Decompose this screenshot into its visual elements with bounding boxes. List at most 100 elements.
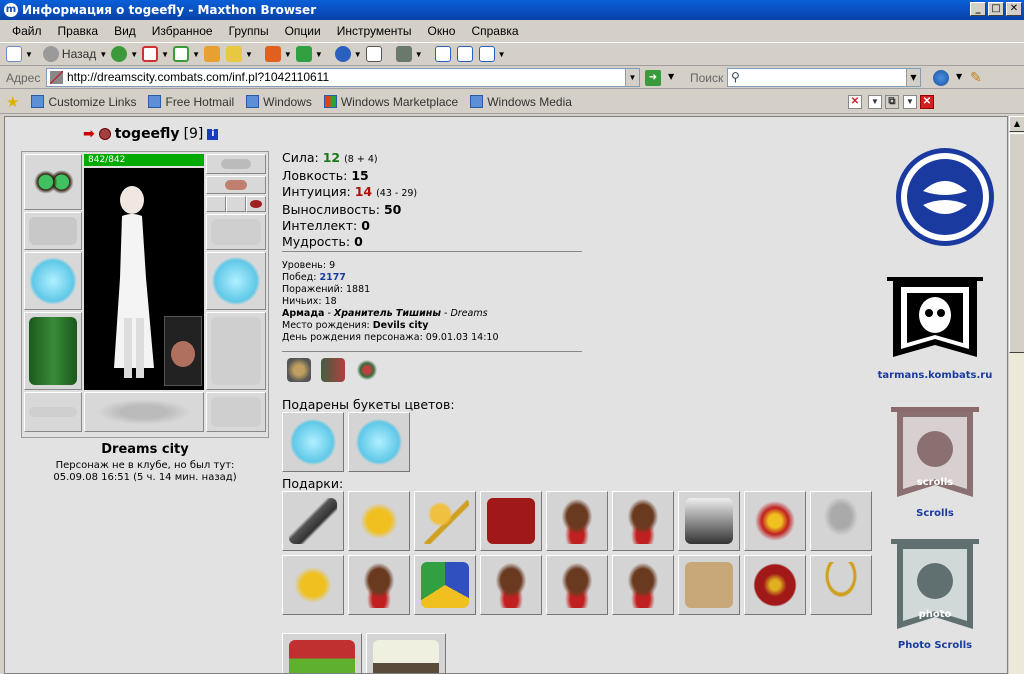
tools-button[interactable]: ▼ xyxy=(295,44,323,64)
window-split-button[interactable]: ▼ xyxy=(478,44,506,64)
go-up-button[interactable]: ▼ xyxy=(226,44,253,64)
photo-scrolls-banner[interactable]: photo Photo Scrolls xyxy=(883,537,987,651)
window-cascade-button[interactable] xyxy=(434,44,453,64)
url-dropdown-button[interactable]: ▼ xyxy=(625,69,639,86)
gift-item[interactable] xyxy=(810,555,872,615)
slot-ring-2[interactable] xyxy=(226,196,246,212)
gift-item[interactable] xyxy=(282,633,362,673)
order-badge-icon[interactable] xyxy=(287,358,311,382)
slot-armor[interactable] xyxy=(24,312,82,390)
slot-belt[interactable] xyxy=(24,392,82,432)
menu-edit[interactable]: Правка xyxy=(50,24,107,38)
new-page-button[interactable]: ▼ xyxy=(6,44,33,64)
gift-item[interactable] xyxy=(348,491,410,551)
menu-window[interactable]: Окно xyxy=(420,24,464,38)
slot-bracers[interactable] xyxy=(24,212,82,250)
close-tab-icon[interactable]: ✕ xyxy=(848,95,862,109)
photo-scrolls-link[interactable]: Photo Scrolls xyxy=(883,640,987,651)
maximize-button[interactable]: □ xyxy=(988,2,1004,16)
slot-runes[interactable] xyxy=(84,392,204,432)
slot-helmet[interactable] xyxy=(24,154,82,210)
gift-item[interactable] xyxy=(546,555,608,615)
gift-item[interactable] xyxy=(546,491,608,551)
crossed-swords-icon[interactable] xyxy=(355,358,379,382)
vertical-scrollbar[interactable]: ▲ xyxy=(1008,116,1024,674)
search-input[interactable]: ⚲ ▼ xyxy=(727,68,921,87)
link-hotmail[interactable]: Free Hotmail xyxy=(148,95,234,109)
link-windows[interactable]: Windows xyxy=(246,95,312,109)
gift-item[interactable] xyxy=(612,555,674,615)
screenshot-button[interactable]: ▼ xyxy=(395,44,423,64)
menu-file[interactable]: Файл xyxy=(4,24,50,38)
go-dropdown-icon[interactable]: ▼ xyxy=(668,72,674,81)
slot-legs[interactable] xyxy=(206,312,266,390)
slot-earrings[interactable] xyxy=(206,154,266,174)
search-dropdown-button[interactable]: ▼ xyxy=(906,69,920,86)
close-all-icon[interactable]: ✕ xyxy=(920,95,934,109)
gift-item[interactable] xyxy=(810,491,872,551)
search-engine-icon[interactable] xyxy=(933,70,949,86)
minimize-button[interactable]: _ xyxy=(970,2,986,16)
gift-item[interactable] xyxy=(414,555,476,615)
gift-item[interactable] xyxy=(348,555,410,615)
undo-close-button[interactable]: ▼ xyxy=(334,44,362,64)
slot-amulet[interactable] xyxy=(206,176,266,194)
tarmans-banner[interactable]: tarmans.kombats.ru xyxy=(873,273,997,381)
flower-bouquet[interactable] xyxy=(282,412,344,472)
menu-view[interactable]: Вид xyxy=(106,24,144,38)
gift-item[interactable] xyxy=(612,491,674,551)
gift-item[interactable] xyxy=(678,491,740,551)
groups-button[interactable]: ▼ xyxy=(264,44,292,64)
gift-item[interactable] xyxy=(480,491,542,551)
slot-weapon[interactable] xyxy=(24,252,82,310)
link-media[interactable]: Windows Media xyxy=(470,95,572,109)
highlight-pen-icon[interactable]: ✎ xyxy=(970,70,982,86)
gift-item[interactable] xyxy=(678,555,740,615)
scroll-up-icon[interactable]: ▲ xyxy=(1009,116,1024,132)
stop-button[interactable]: ▼ xyxy=(142,44,169,64)
close-button[interactable]: ✕ xyxy=(1006,2,1022,16)
gift-item[interactable] xyxy=(744,555,806,615)
url-input[interactable]: http://dreamscity.combats.com/inf.pl?104… xyxy=(46,68,640,87)
search-engine-dropdown-icon[interactable]: ▼ xyxy=(956,72,962,81)
restore-pane-icon[interactable]: ⧉ xyxy=(885,95,899,109)
gift-item[interactable] xyxy=(744,491,806,551)
sidebar-button[interactable] xyxy=(365,44,384,64)
gift-item[interactable] xyxy=(414,491,476,551)
link-marketplace[interactable]: Windows Marketplace xyxy=(323,95,458,109)
slot-gloves[interactable] xyxy=(206,214,266,250)
refresh-button[interactable]: ▼ xyxy=(173,44,200,64)
gift-item[interactable] xyxy=(282,491,344,551)
pane-dropdown-icon[interactable]: ▼ xyxy=(903,95,917,109)
menu-options[interactable]: Опции xyxy=(277,24,329,38)
clan-shield-icon[interactable] xyxy=(321,358,345,382)
scrolls-link[interactable]: Scrolls xyxy=(883,508,987,519)
gift-item[interactable] xyxy=(480,555,542,615)
slot-ring-3[interactable] xyxy=(246,196,266,212)
forward-button[interactable]: ▼ xyxy=(111,44,138,64)
menu-tools[interactable]: Инструменты xyxy=(329,24,420,38)
menu-help[interactable]: Справка xyxy=(463,24,526,38)
slot-boots[interactable] xyxy=(206,392,266,432)
scrolls-banner[interactable]: scrolls Scrolls xyxy=(883,405,987,519)
window-tile-button[interactable] xyxy=(456,44,475,64)
home-button[interactable] xyxy=(204,44,222,64)
tab-dropdown-icon[interactable]: ▼ xyxy=(868,95,882,109)
menu-favorites[interactable]: Избранное xyxy=(144,24,221,38)
pet-dragon-icon[interactable] xyxy=(164,316,202,386)
gift-item[interactable] xyxy=(282,555,344,615)
slot-ring-1[interactable] xyxy=(206,196,226,212)
info-icon[interactable]: i xyxy=(207,128,219,140)
private-arrow-icon[interactable]: ➡ xyxy=(83,126,95,142)
clan-emblem[interactable] xyxy=(893,147,997,254)
favorites-star-icon[interactable]: ★ xyxy=(6,93,19,111)
menu-groups[interactable]: Группы xyxy=(221,24,277,38)
flower-bouquet[interactable] xyxy=(348,412,410,472)
link-customize[interactable]: Customize Links xyxy=(31,95,136,109)
gift-item[interactable] xyxy=(366,633,446,673)
scroll-thumb[interactable] xyxy=(1009,133,1024,353)
tarmans-link[interactable]: tarmans.kombats.ru xyxy=(873,370,997,381)
back-button[interactable]: Назад ▼ xyxy=(42,44,107,64)
go-button[interactable]: ➜ xyxy=(645,70,661,86)
slot-offhand[interactable] xyxy=(206,252,266,310)
